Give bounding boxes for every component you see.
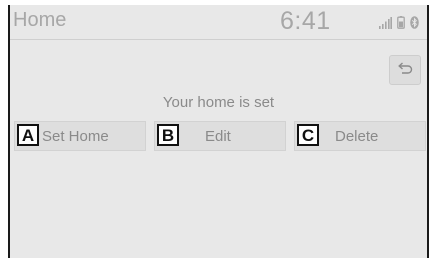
delete-button[interactable]: C Delete	[294, 121, 426, 151]
set-home-label: Set Home	[42, 128, 109, 145]
clock: 6:41	[280, 7, 331, 35]
bluetooth-icon	[410, 16, 419, 29]
callout-a: A	[17, 124, 39, 146]
callout-c: C	[297, 124, 319, 146]
edit-label: Edit	[205, 128, 231, 145]
display-screen: Home 6:41 Your home is set A Set Home B …	[8, 5, 429, 258]
screen-title: Home	[13, 9, 67, 31]
status-message: Your home is set	[162, 94, 275, 111]
back-arrow-icon	[397, 61, 413, 79]
callout-b: B	[157, 124, 179, 146]
signal-icon	[379, 17, 392, 29]
back-button[interactable]	[389, 55, 421, 85]
status-icons	[379, 15, 419, 29]
options-row: A Set Home B Edit C Delete	[14, 121, 426, 151]
delete-label: Delete	[335, 128, 379, 145]
set-home-button[interactable]: A Set Home	[14, 121, 146, 151]
edit-button[interactable]: B Edit	[154, 121, 286, 151]
status-bar: Home 6:41	[10, 5, 427, 40]
phone-battery-icon	[397, 16, 405, 29]
